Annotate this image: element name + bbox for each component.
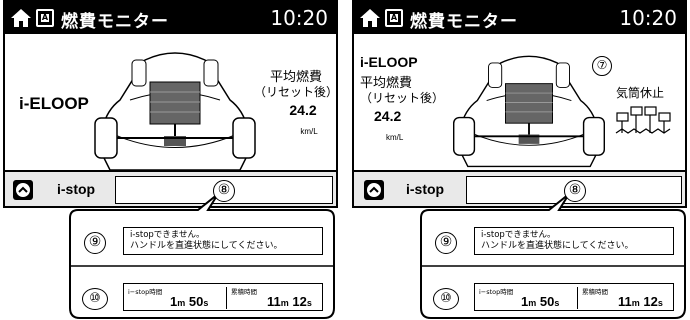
istop-timer: i−stop時間 1m 50s 累積時間 11m 12s — [123, 283, 323, 311]
fuel-monitor-screen-left: A 燃費モニター 10:20 i-ELOOP 平均燃費 （リセット後） 24.2… — [3, 0, 338, 208]
car-illustration — [453, 55, 605, 168]
fuel-value: 24.2 — [289, 102, 317, 118]
message-line-2: ハンドルを直進状態にしてください。 — [130, 241, 283, 251]
page-title: 燃費モニター — [61, 12, 169, 32]
chevron-up-icon — [367, 183, 381, 197]
total-time-value: 11m 12s — [267, 294, 312, 309]
istop-time-value: 1m 50s — [521, 294, 560, 309]
istop-label: i-stop — [57, 181, 96, 197]
fuel-unit: km/L — [300, 127, 318, 136]
callout-10-marker: ⑩ — [82, 288, 108, 310]
fuel-sublabel: （リセット後） — [360, 91, 445, 105]
home-icon[interactable] — [10, 7, 32, 29]
callout-9-marker: ⑨ — [84, 232, 106, 254]
fuel-label: 平均燃費 — [269, 70, 322, 85]
istop-message: i-stopできません。 ハンドルを直進状態にしてください。 — [474, 227, 674, 255]
total-time-label: 累積時間 — [231, 288, 257, 296]
fuel-sublabel: （リセット後） — [253, 85, 338, 99]
collapse-button[interactable] — [364, 180, 384, 200]
istop-time-label: i−stop時間 — [479, 288, 514, 296]
page-title: 燃費モニター — [410, 12, 518, 32]
car-illustration — [94, 52, 256, 171]
title-bar: A 燃費モニター 10:20 — [354, 2, 685, 34]
cylinder-icon — [615, 106, 671, 134]
fuel-label: 平均燃費 — [360, 76, 413, 91]
istop-label: i-stop — [406, 181, 445, 197]
clock: 10:20 — [619, 6, 677, 30]
fuel-unit: km/L — [386, 133, 404, 142]
average-fuel-economy: 平均燃費 （リセット後） 24.2 km/L — [251, 70, 338, 138]
istop-time-label: i−stop時間 — [128, 288, 163, 296]
cylinder-deactivation-label: 気筒休止 — [616, 86, 665, 100]
message-line-1: i-stopできません。 — [130, 230, 205, 240]
istop-time-value: 1m 50s — [170, 294, 209, 309]
app-icon[interactable]: A — [385, 9, 403, 27]
total-time-value: 11m 12s — [618, 294, 663, 309]
callout-10-marker: ⑩ — [433, 288, 459, 310]
callout-9-marker: ⑨ — [435, 232, 457, 254]
app-icon[interactable]: A — [36, 9, 54, 27]
eloop-label: i-ELOOP — [360, 54, 418, 70]
average-fuel-economy: 平均燃費 （リセット後） 24.2 km/L — [360, 76, 445, 144]
total-time-label: 累積時間 — [582, 288, 608, 296]
callout-8-marker: ⑧ — [213, 180, 235, 202]
chevron-up-icon — [16, 183, 30, 197]
callout-7-marker: ⑦ — [592, 56, 612, 76]
fuel-monitor-screen-right: A 燃費モニター 10:20 i-ELOOP 平均燃費 （リセット後） 24.2… — [352, 0, 687, 208]
clock: 10:20 — [270, 6, 328, 30]
callout-8-marker: ⑧ — [564, 180, 586, 202]
fuel-value: 24.2 — [374, 108, 402, 124]
istop-detail-callout-right: ⑧ ⑨ i-stopできません。 ハンドルを直進状態にしてください。 ⑩ i−s… — [419, 180, 689, 319]
title-bar: A 燃費モニター 10:20 — [5, 2, 336, 34]
collapse-button[interactable] — [13, 180, 33, 200]
istop-detail-callout-left: ⑧ ⑨ i-stopできません。 ハンドルを直進状態にしてください。 ⑩ i−s… — [68, 180, 338, 319]
message-line-1: i-stopできません。 — [481, 230, 556, 240]
istop-message: i-stopできません。 ハンドルを直進状態にしてください。 — [123, 227, 323, 255]
message-line-2: ハンドルを直進状態にしてください。 — [481, 241, 634, 251]
home-icon[interactable] — [359, 7, 381, 29]
istop-timer: i−stop時間 1m 50s 累積時間 11m 12s — [474, 283, 674, 311]
eloop-label: i-ELOOP — [19, 94, 89, 113]
